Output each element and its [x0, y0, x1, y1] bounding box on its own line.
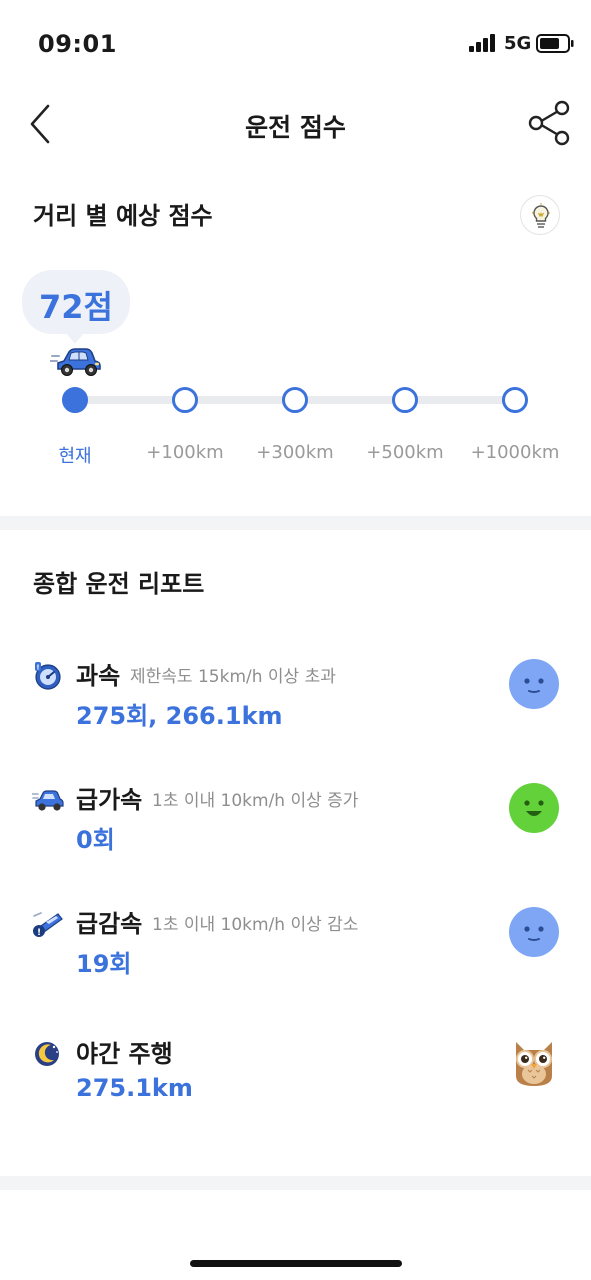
- step-label-100km: +100km: [146, 442, 224, 463]
- report-item-name: 야간 주행: [76, 1040, 173, 1068]
- moon-icon: [35, 1042, 59, 1066]
- current-score: 72점: [39, 288, 113, 326]
- speedometer-icon: !: [35, 662, 61, 690]
- report-item-description: 1초 이내 10km/h 이상 감소: [152, 915, 359, 935]
- share-button[interactable]: [526, 98, 574, 148]
- step-node-current[interactable]: [62, 387, 88, 413]
- report-title: 종합 운전 리포트: [33, 570, 205, 598]
- report-item-night-driving: 야간 주행 275.1km: [0, 1026, 591, 1126]
- svg-text:!: !: [37, 928, 41, 938]
- report-item-name: 과속: [76, 662, 121, 690]
- brake-warning-icon: !: [33, 912, 63, 938]
- report-item-description: 1초 이내 10km/h 이상 증가: [152, 791, 359, 811]
- step-label-500km: +500km: [366, 442, 444, 463]
- owl-icon: [516, 1042, 552, 1086]
- section-divider: [0, 516, 591, 530]
- step-label-current: 현재: [58, 446, 92, 467]
- tip-button[interactable]: [520, 195, 560, 235]
- step-label-1000km: +1000km: [470, 442, 560, 463]
- report-item-value: 275.1km: [76, 1074, 193, 1102]
- report-item-name: 급감속: [76, 910, 143, 938]
- forecast-title: 거리 별 예상 점수: [33, 202, 213, 230]
- report-item-name: 급가속: [76, 786, 143, 814]
- smile-face-icon: [509, 783, 559, 833]
- step-label-300km: +300km: [256, 442, 334, 463]
- step-node-500km[interactable]: [392, 387, 418, 413]
- report-item-value: 0회: [76, 826, 115, 854]
- car-accelerate-icon: [32, 790, 64, 811]
- share-icon: [528, 100, 570, 146]
- svg-text:!: !: [36, 664, 39, 672]
- network-type: 5G: [504, 33, 532, 54]
- step-node-1000km[interactable]: [502, 387, 528, 413]
- neutral-face-icon: [509, 659, 559, 709]
- home-indicator: [190, 1260, 402, 1267]
- neutral-face-icon: [509, 907, 559, 957]
- report-item-value: 19회: [76, 950, 132, 978]
- section-divider-bottom: [0, 1176, 591, 1190]
- status-bar: 09:01 5G: [0, 0, 591, 88]
- step-node-300km[interactable]: [282, 387, 308, 413]
- battery-icon: [536, 34, 574, 53]
- signal-icon: [469, 34, 495, 52]
- report-item-acceleration: 급가속 1초 이내 10km/h 이상 증가 0회: [0, 772, 591, 872]
- app-header: 운전 점수: [0, 88, 591, 160]
- car-icon: [50, 348, 101, 376]
- report-item-value: 275회, 266.1km: [76, 702, 283, 730]
- report-item-description: 제한속도 15km/h 이상 초과: [130, 667, 336, 687]
- report-item-speeding: ! 과속 제한속도 15km/h 이상 초과 275회, 266.1km: [0, 648, 591, 748]
- report-item-braking: ! 급감속 1초 이내 10km/h 이상 감소 19회: [0, 896, 591, 996]
- lightbulb-icon: [532, 203, 550, 228]
- score-bubble: 72점: [22, 270, 130, 344]
- step-node-100km[interactable]: [172, 387, 198, 413]
- page-title: 운전 점수: [245, 113, 346, 142]
- status-time: 09:01: [38, 30, 117, 58]
